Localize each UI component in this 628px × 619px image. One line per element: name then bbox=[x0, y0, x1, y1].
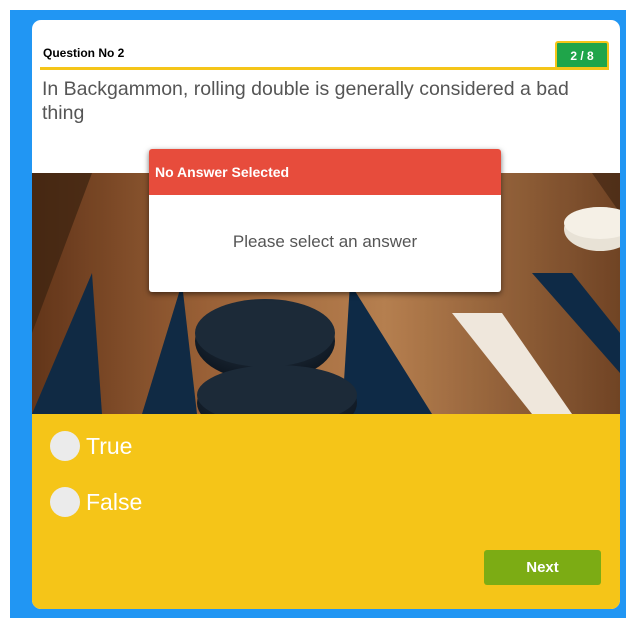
question-number-label: Question No 2 bbox=[43, 46, 125, 60]
quiz-frame: Question No 2 2 / 8 In Backgammon, rolli… bbox=[10, 10, 626, 618]
option-label: True bbox=[86, 432, 133, 459]
option-label: False bbox=[86, 488, 143, 515]
modal-message: Please select an answer bbox=[232, 232, 418, 251]
question-header: Question No 2 2 / 8 bbox=[40, 41, 609, 70]
answers-panel: True False Next bbox=[32, 414, 620, 609]
next-button[interactable]: Next bbox=[484, 550, 601, 585]
option-true[interactable]: True bbox=[50, 430, 132, 462]
no-answer-modal: No Answer Selected Please select an answ… bbox=[149, 149, 501, 292]
option-false[interactable]: False bbox=[50, 486, 142, 518]
question-text: In Backgammon, rolling double is general… bbox=[42, 78, 569, 124]
radio-circle-icon[interactable] bbox=[50, 431, 80, 461]
modal-title: No Answer Selected bbox=[149, 149, 501, 195]
radio-circle-icon[interactable] bbox=[50, 487, 80, 517]
quiz-card: Question No 2 2 / 8 In Backgammon, rolli… bbox=[32, 20, 620, 609]
question-counter-badge: 2 / 8 bbox=[555, 41, 609, 67]
